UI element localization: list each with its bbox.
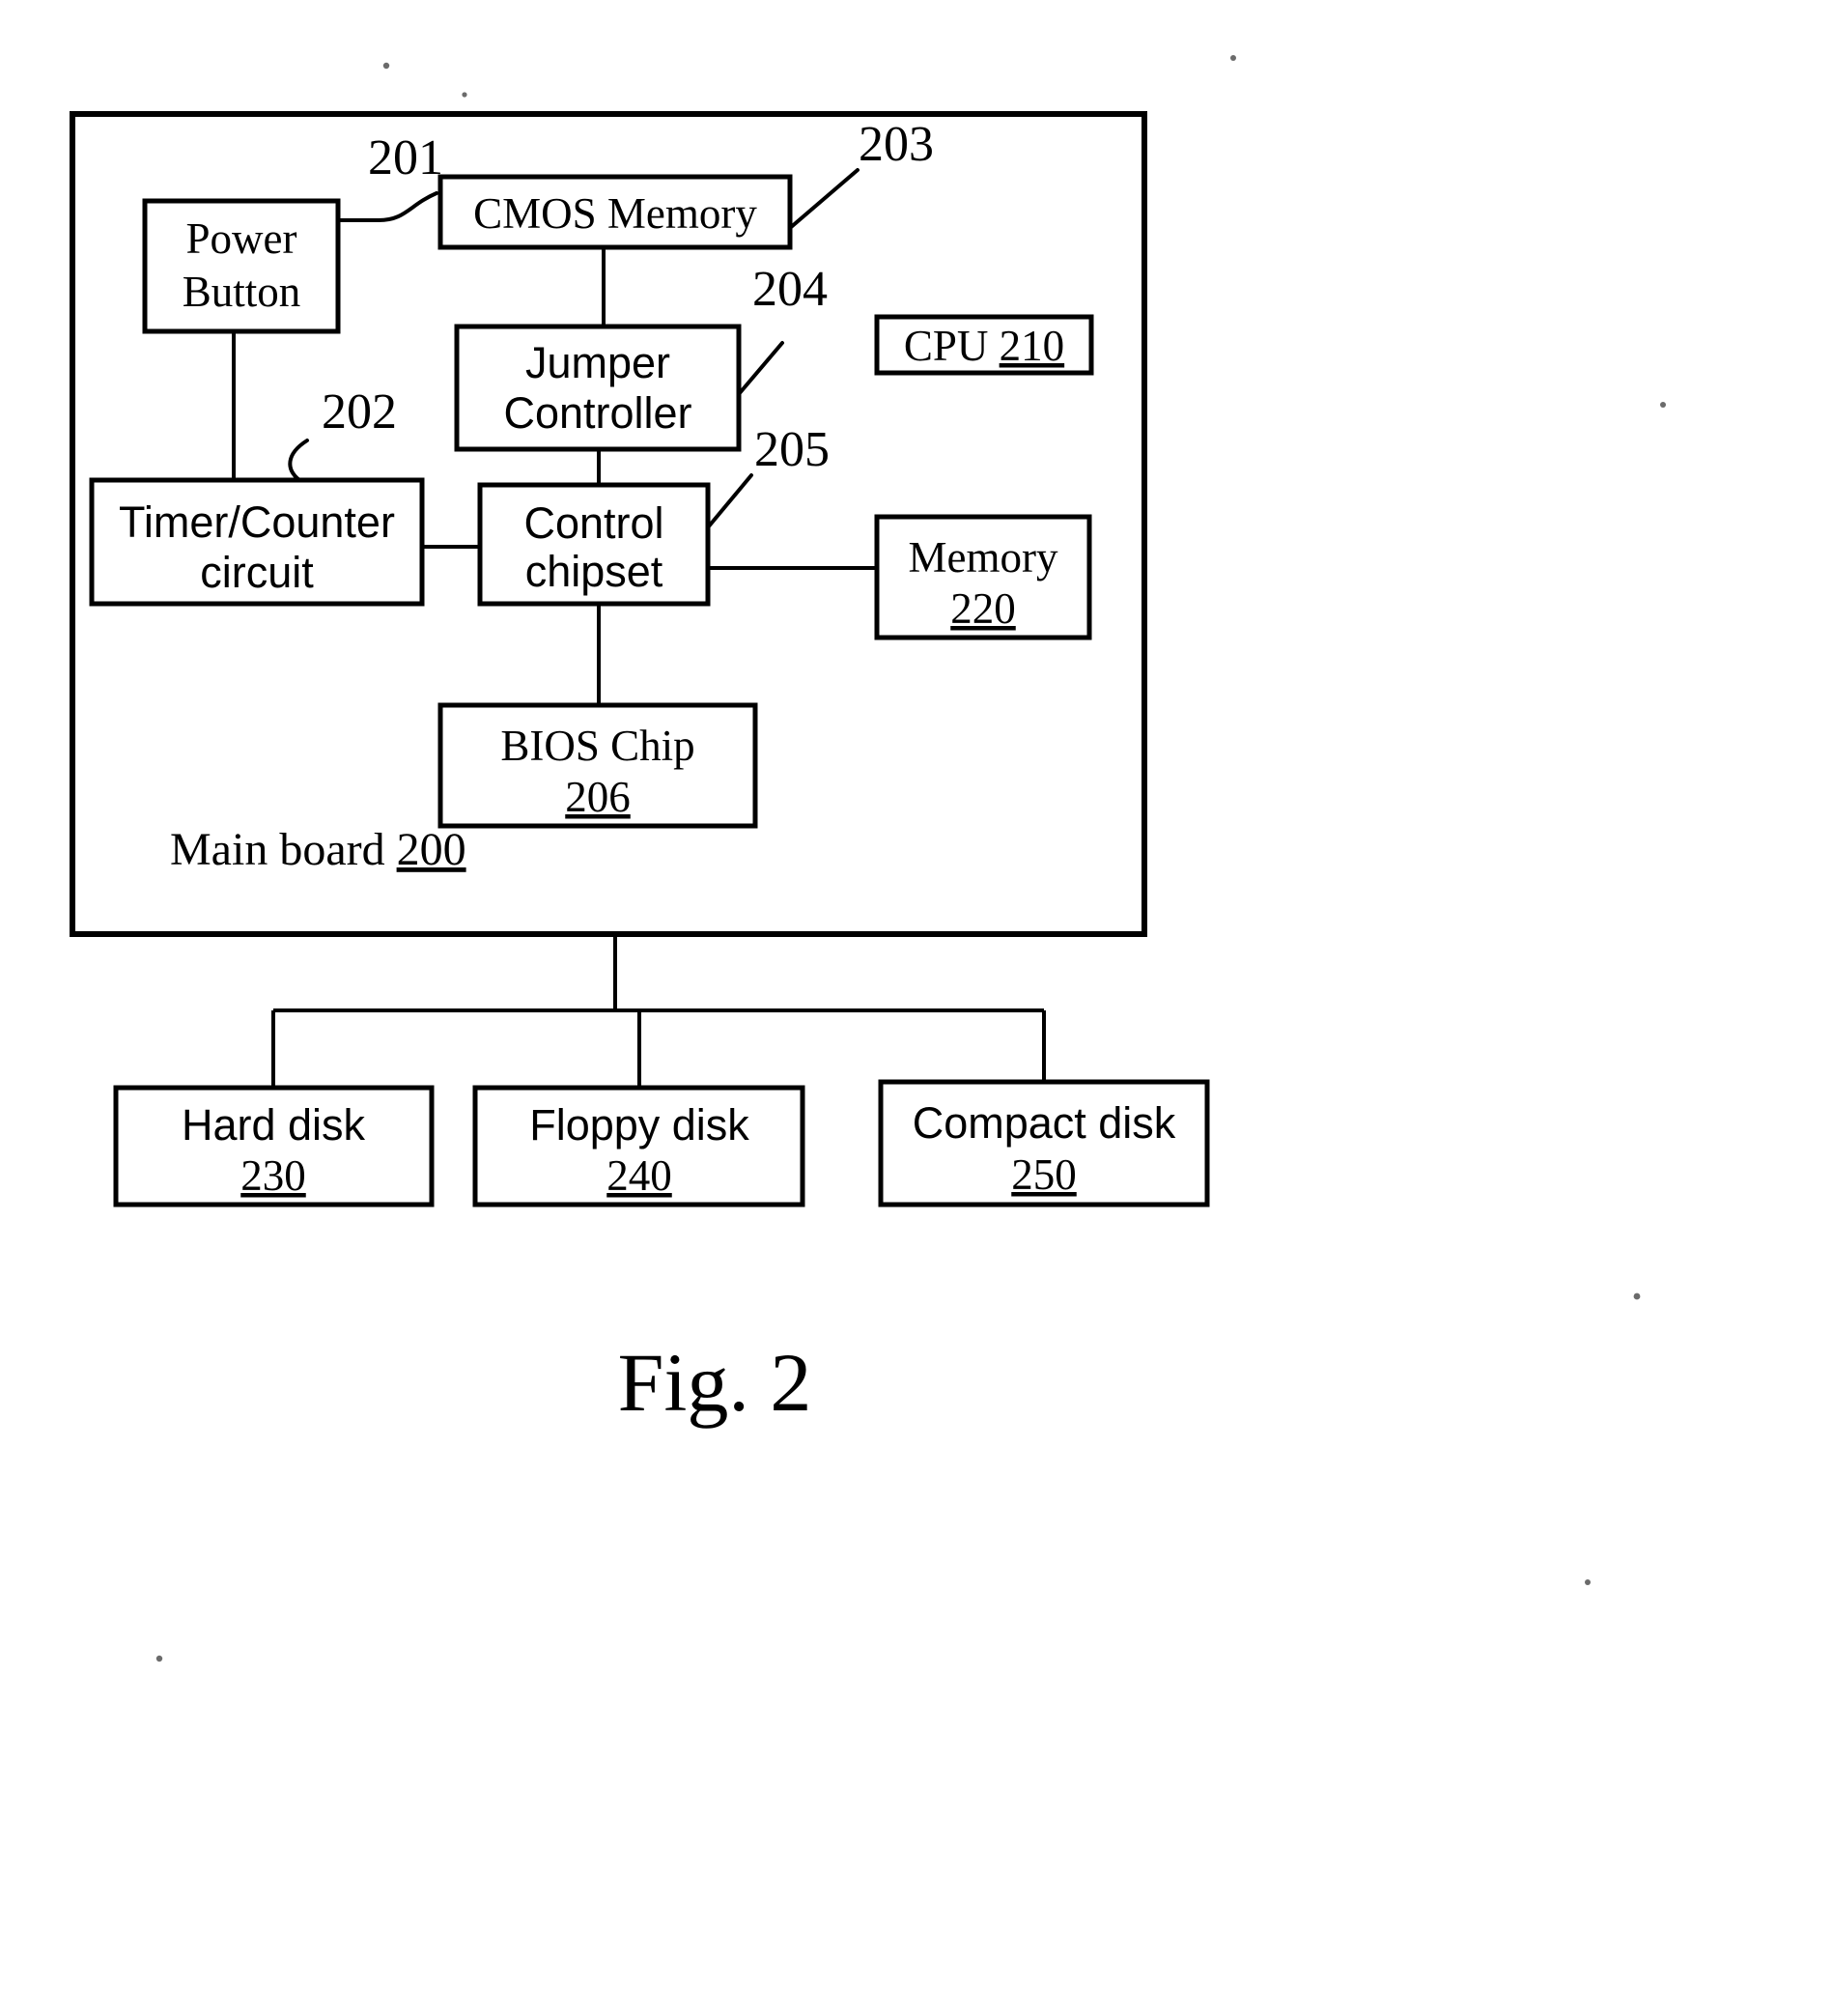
leader-204 [737,341,784,396]
ref-number-204: 204 [752,262,828,317]
timer-counter-label-line1: Timer/Counter [119,497,395,547]
cpu-label-text: CPU [904,322,1000,370]
block-floppy-disk: Floppy disk 240 [472,1085,805,1207]
floppy-disk-ref-number: 240 [606,1151,672,1200]
block-control-chipset: Control chipset [477,482,711,607]
cpu-ref-number: 210 [1000,322,1065,370]
ref-number-205: 205 [754,422,830,477]
bios-chip-label: BIOS Chip [500,722,694,770]
power-button-label-line2: Button [183,268,301,316]
control-chipset-label-line2: chipset [525,547,663,596]
timer-counter-label-line2: circuit [200,548,314,597]
scan-speck [1230,55,1236,61]
jumper-controller-label-line1: Jumper [525,338,670,387]
compact-disk-label: Compact disk [913,1098,1176,1148]
block-jumper-controller: Jumper Controller [454,324,742,452]
leader-205 [706,473,753,529]
block-cmos-memory: CMOS Memory [437,174,793,250]
memory-label: Memory [909,533,1058,582]
ref-number-201: 201 [368,130,443,185]
control-chipset-label-line1: Control [523,498,663,548]
main-board-caption-text: Main board [170,824,397,875]
memory-ref-number: 220 [950,584,1016,633]
scan-speck [1633,1292,1641,1300]
hard-disk-label: Hard disk [182,1100,366,1150]
jumper-controller-label-line2: Controller [503,388,691,438]
leader-201 [336,191,438,222]
block-power-button: Power Button [142,198,341,334]
leader-203 [788,168,860,230]
patent-figure-page: Power Button 201 CMOS Memory 203 Jumper … [0,0,1832,2016]
figure-2-diagram: Power Button 201 CMOS Memory 203 Jumper … [70,55,1666,1662]
scan-speck [1585,1579,1591,1585]
figure-caption: Fig. 2 [618,1336,812,1429]
scan-speck [462,92,467,98]
block-memory: Memory 220 [874,514,1092,640]
block-timer-counter-circuit: Timer/Counter circuit [89,477,425,607]
compact-disk-ref-number: 250 [1011,1150,1077,1199]
ref-number-203: 203 [859,117,934,172]
block-hard-disk: Hard disk 230 [113,1085,435,1207]
main-board-ref-number: 200 [397,824,466,875]
power-button-label-line1: Power [186,214,297,263]
ref-number-202: 202 [322,384,397,440]
scan-speck [155,1655,163,1662]
main-board-caption: Main board 200 [170,824,466,875]
block-bios-chip: BIOS Chip 206 [437,702,758,829]
scan-speck [1660,402,1666,408]
block-cpu: CPU 210 [874,314,1094,376]
cpu-label: CPU 210 [904,322,1064,370]
cmos-memory-label: CMOS Memory [473,189,757,238]
leader-202 [288,439,309,482]
bios-chip-ref-number: 206 [565,773,631,821]
scan-speck [382,62,390,70]
block-compact-disk: Compact disk 250 [878,1079,1210,1207]
floppy-disk-label: Floppy disk [529,1100,749,1150]
hard-disk-ref-number: 230 [240,1151,306,1200]
